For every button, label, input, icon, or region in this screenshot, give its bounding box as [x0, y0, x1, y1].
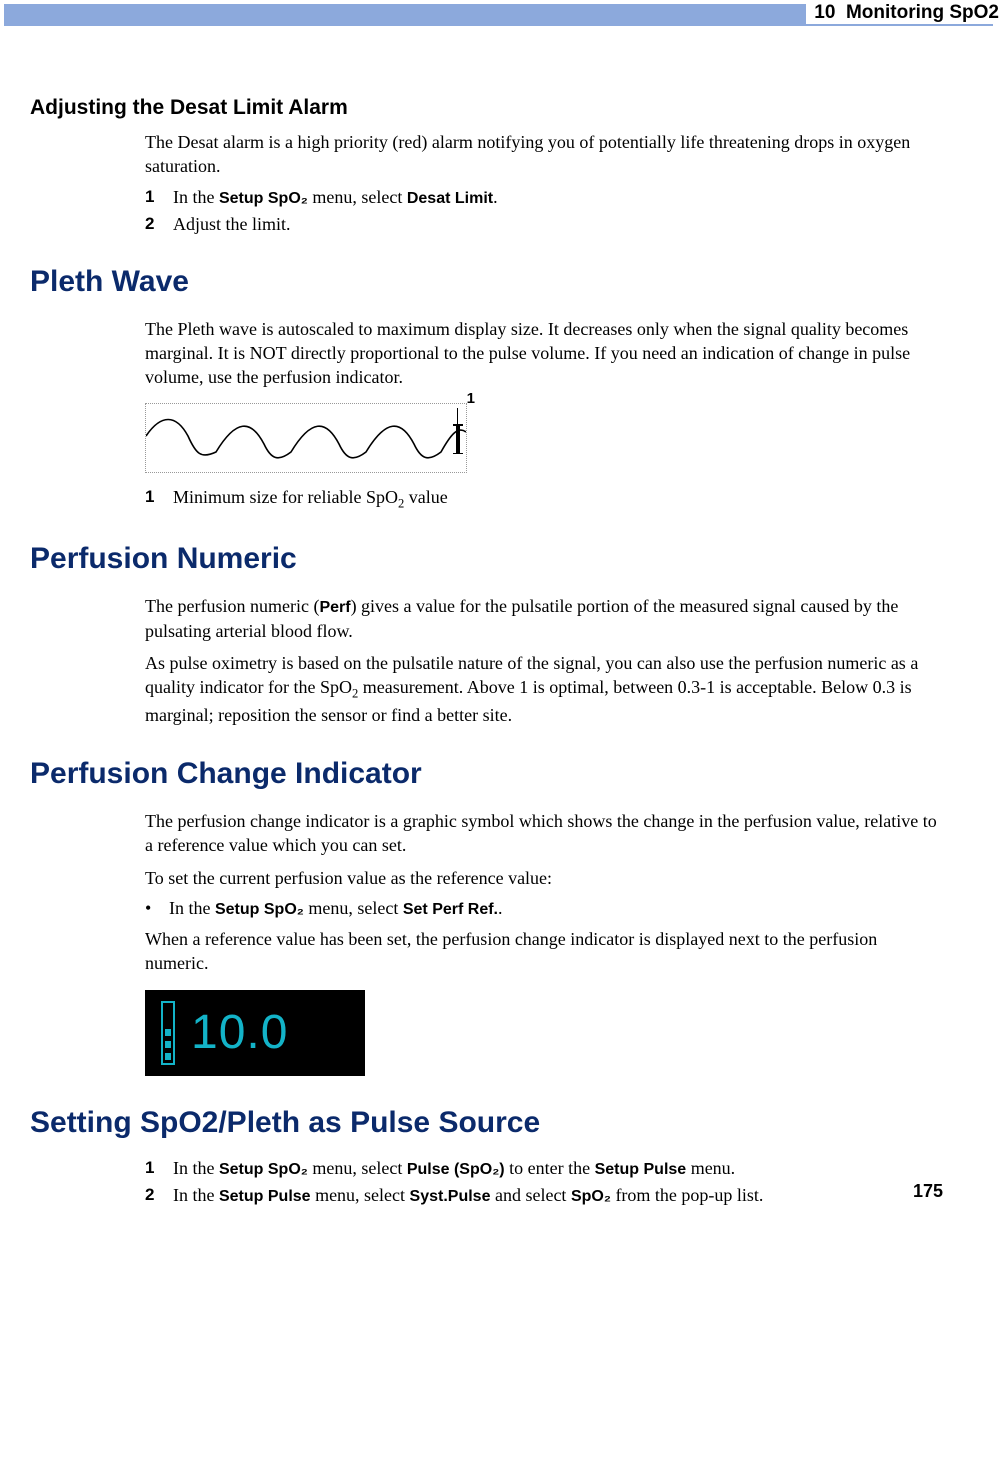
header-bar: 10 Monitoring SpO2 [4, 4, 999, 26]
pleth-intro: The Pleth wave is autoscaled to maximum … [145, 317, 943, 390]
t: and select [490, 1185, 570, 1205]
ui-label: Setup Pulse [219, 1188, 311, 1205]
step-number: 1 [145, 1158, 157, 1179]
t: menu, select [308, 187, 407, 207]
bullet-text: In the Setup SpO₂ menu, select Set Perf … [169, 898, 502, 919]
desat-intro: The Desat alarm is a high priority (red)… [145, 130, 943, 179]
ui-label: Setup SpO₂ [215, 901, 304, 918]
chapter-number: 10 [814, 2, 835, 23]
perfusion-display-figure: 10.0 [145, 990, 365, 1076]
header-chapter-title: 10 Monitoring SpO2 [806, 2, 999, 24]
ui-label: Pulse (SpO₂) [407, 1161, 505, 1178]
perfchg-line2: To set the current perfusion value as th… [145, 866, 943, 890]
heading-desat: Adjusting the Desat Limit Alarm [30, 96, 943, 120]
t: menu. [686, 1158, 735, 1178]
pleth-waveform-figure: 1 [145, 403, 467, 473]
desat-step-2: 2 Adjust the limit. [145, 214, 943, 235]
bullet-dot: • [145, 898, 155, 919]
perfnum-p2: As pulse oximetry is based on the pulsat… [145, 651, 943, 727]
t: menu, select [308, 1158, 407, 1178]
step-text: In the Setup SpO₂ menu, select Pulse (Sp… [173, 1158, 943, 1179]
heading-pleth: Pleth Wave [30, 265, 943, 299]
t: In the [173, 1158, 219, 1178]
legend-number: 1 [145, 487, 157, 512]
perfnum-p1: The perfusion numeric (Perf) gives a val… [145, 594, 943, 643]
t: In the [173, 1185, 219, 1205]
step-text: In the Setup Pulse menu, select Syst.Pul… [173, 1185, 943, 1206]
perfusion-bar-icon [161, 1001, 175, 1065]
perfchg-intro: The perfusion change indicator is a grap… [145, 809, 943, 858]
step-number: 1 [145, 187, 157, 208]
page-number: 175 [913, 1181, 943, 1202]
perfchg-bullet: • In the Setup SpO₂ menu, select Set Per… [145, 898, 943, 919]
ui-label: Setup SpO₂ [219, 190, 308, 207]
heading-perfusion-numeric: Perfusion Numeric [30, 542, 943, 576]
waveform-svg [146, 404, 466, 472]
step-text: Adjust the limit. [173, 214, 943, 235]
t: In the [169, 898, 215, 918]
step-number: 2 [145, 214, 157, 235]
step-text: In the Setup SpO₂ menu, select Desat Lim… [173, 187, 943, 208]
t: . [498, 898, 503, 918]
t: The perfusion numeric ( [145, 596, 319, 616]
legend-text: Minimum size for reliable SpO2 value [173, 487, 943, 512]
desat-step-1: 1 In the Setup SpO₂ menu, select Desat L… [145, 187, 943, 208]
perfchg-line3: When a reference value has been set, the… [145, 927, 943, 976]
perfusion-value: 10.0 [191, 1005, 288, 1060]
ui-label: Setup SpO₂ [219, 1161, 308, 1178]
ui-label: Syst.Pulse [410, 1188, 491, 1205]
t: from the pop-up list. [611, 1185, 763, 1205]
heading-pulse-source: Setting SpO2/Pleth as Pulse Source [30, 1106, 943, 1140]
step-number: 2 [145, 1185, 157, 1206]
t: value [404, 487, 447, 507]
ui-label: Setup Pulse [595, 1161, 687, 1178]
pleth-legend: 1 Minimum size for reliable SpO2 value [145, 487, 943, 512]
ui-label: Set Perf Ref. [403, 901, 498, 918]
pulsesrc-step-2: 2 In the Setup Pulse menu, select Syst.P… [145, 1185, 943, 1206]
waveform-callout-label: 1 [467, 390, 475, 407]
t: Minimum size for reliable SpO [173, 487, 398, 507]
t: menu, select [304, 898, 403, 918]
t: . [493, 187, 498, 207]
heading-perfusion-change: Perfusion Change Indicator [30, 757, 943, 791]
ui-label: SpO₂ [571, 1188, 611, 1205]
t: In the [173, 187, 219, 207]
chapter-title: Monitoring SpO2 [846, 2, 999, 23]
t: menu, select [311, 1185, 410, 1205]
ui-label: Perf [319, 599, 350, 616]
pulsesrc-step-1: 1 In the Setup SpO₂ menu, select Pulse (… [145, 1158, 943, 1179]
ui-label: Desat Limit [407, 190, 493, 207]
t: to enter the [505, 1158, 595, 1178]
